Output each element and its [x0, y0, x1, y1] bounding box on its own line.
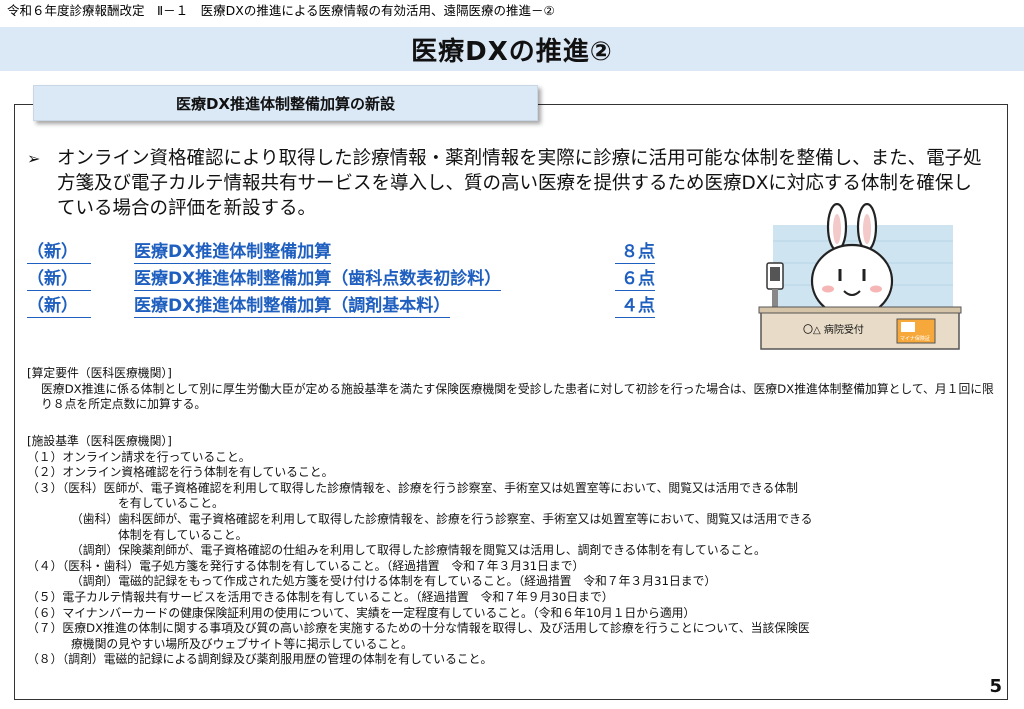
- breadcrumb: 令和６年度診療報酬改定 Ⅱ－１ 医療DXの推進による医療情報の有効活用、遠隔医療…: [7, 3, 555, 18]
- standard-line: （６）マイナンバーカードの健康保険証利用の使用について、実績を一定程度有している…: [27, 605, 696, 620]
- facility-standards: [施設基準（医科医療機関）] （１）オンライン請求を行っていること。 （２）オン…: [27, 434, 1002, 668]
- fee-item: （新） 医療DX推進体制整備加算（調剤基本料） ４点: [27, 295, 667, 322]
- fee-item-tag: （新）: [27, 268, 91, 291]
- fee-item-name: 医療DX推進体制整備加算（調剤基本料）: [134, 296, 451, 318]
- standard-line: を有していること。: [118, 496, 224, 511]
- reception-illustration: 〇△ 病院受付 マイナ保険証: [758, 203, 962, 350]
- standard-line: （調剤）保険薬剤師が、電子資格確認の仕組みを利用して取得した診療情報を閲覧又は活…: [71, 543, 766, 558]
- fee-item-tag: （新）: [27, 295, 91, 318]
- standard-line: （調剤）電磁的記録をもって作成された処方箋を受け付ける体制を有していること。（経…: [71, 574, 717, 589]
- title-band: 医療DXの推進②: [0, 27, 1024, 71]
- standard-line: 療機関の見やすい場所及びウェブサイト等に掲示していること。: [71, 636, 413, 651]
- standards-heading: [施設基準（医科医療機関）]: [27, 434, 172, 448]
- requirements-heading: [算定要件（医科医療機関）]: [27, 366, 172, 380]
- fee-item-points: ６点: [615, 268, 655, 291]
- fee-item-name: 医療DX推進体制整備加算: [134, 242, 332, 264]
- section-tab: 医療DX推進体制整備加算の新設: [33, 85, 538, 121]
- arrow-bullet-icon: ➢: [27, 149, 41, 168]
- standard-line: （１）オンライン請求を行っていること。: [27, 449, 251, 464]
- card-sign-label: マイナ保険証: [900, 335, 930, 342]
- fee-item: （新） 医療DX推進体制整備加算（歯科点数表初診料） ６点: [27, 268, 667, 295]
- fee-item: （新） 医療DX推進体制整備加算 ８点: [27, 241, 667, 268]
- page-title: 医療DXの推進②: [411, 36, 613, 67]
- standard-line: （歯科）歯科医師が、電子資格確認を利用して取得した診療情報を、診療を行う診察室、…: [71, 511, 813, 526]
- standard-line: （５）電子カルテ情報共有サービスを活用できる体制を有していること。（経過措置 令…: [27, 589, 614, 604]
- fee-items: （新） 医療DX推進体制整備加算 ８点 （新） 医療DX推進体制整備加算（歯科点…: [27, 241, 667, 322]
- fee-item-points: ４点: [615, 295, 655, 318]
- requirements-body: 医療DX推進に係る体制として別に厚生労働大臣が定める施設基準を満たす保険医療機関…: [41, 381, 994, 412]
- standard-line: （７）医療DX推進の体制に関する事項及び質の高い診療を実施するための十分な情報を…: [27, 621, 810, 636]
- card-sign-icon: マイナ保険証: [896, 318, 936, 344]
- standard-line: （２）オンライン資格確認を行う体制を有していること。: [27, 465, 334, 480]
- standard-line: （４）（医科・歯科）電子処方箋を発行する体制を有していること。（経過措置 令和７…: [27, 558, 585, 573]
- standard-line: （８）（調剤）電磁的記録による調剤録及び薬剤服用歴の管理の体制を有していること。: [27, 652, 493, 667]
- standard-line: （３）（医科）医師が、電子資格確認を利用して取得した診療情報を、診療を行う診察室…: [27, 480, 798, 495]
- standard-line: 体制を有していること。: [118, 527, 248, 542]
- rabbit-mascot-icon: [810, 203, 894, 319]
- fee-item-name: 医療DX推進体制整備加算（歯科点数表初診料）: [134, 269, 502, 291]
- calculation-requirements: [算定要件（医科医療機関）] 医療DX推進に係る体制として別に厚生労働大臣が定め…: [27, 366, 997, 413]
- fee-item-points: ８点: [615, 241, 655, 264]
- page-number: 5: [989, 676, 1002, 697]
- desk-sign-text: 〇△ 病院受付: [803, 323, 864, 336]
- fee-item-tag: （新）: [27, 241, 91, 264]
